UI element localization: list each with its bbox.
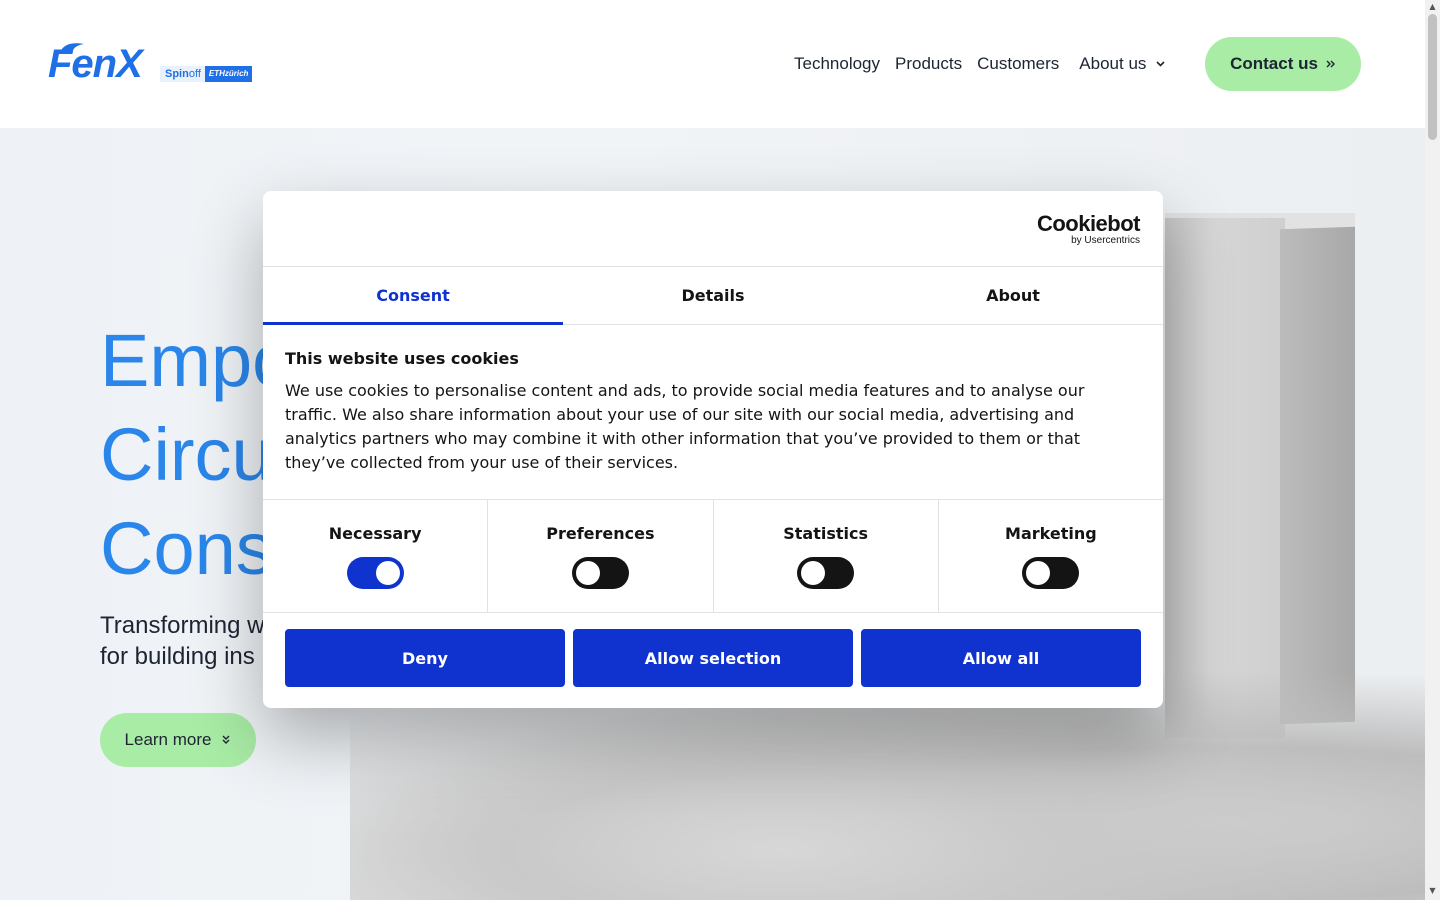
cookie-categories: Necessary Preferences Statistics Marketi… [263, 499, 1163, 613]
contact-us-label: Contact us [1230, 54, 1318, 73]
toggle-label: Preferences [546, 524, 655, 543]
tab-about[interactable]: About [863, 267, 1163, 324]
toggle-label: Statistics [783, 524, 868, 543]
nav-technology[interactable]: Technology [794, 52, 880, 76]
cookiebot-by: by Usercentrics [1071, 235, 1140, 246]
learn-more-label: Learn more [124, 730, 212, 749]
dialog-text: We use cookies to personalise content an… [285, 381, 1085, 472]
hero-subtitle-line: Transforming w [100, 612, 265, 639]
double-chevron-right-icon [1326, 60, 1335, 68]
dialog-actions: Deny Allow selection Allow all [263, 613, 1163, 687]
hero-title-line: Circu [100, 413, 273, 496]
deny-button[interactable]: Deny [285, 629, 565, 687]
category-preferences: Preferences [488, 500, 714, 612]
concrete-block [1165, 218, 1285, 738]
dialog-body: This website uses cookies We use cookies… [263, 325, 1163, 499]
dialog-header: Cookiebot by Usercentrics [263, 191, 1163, 267]
category-marketing: Marketing [939, 500, 1163, 612]
scrollbar-thumb[interactable] [1428, 14, 1437, 140]
cookie-consent-dialog: Cookiebot by Usercentrics Consent Detail… [263, 191, 1163, 708]
cookie-tabs: Consent Details About [263, 267, 1163, 325]
hero-subtitle-line: for building ins [100, 643, 255, 670]
cookiebot-brand: Cookiebot [1036, 211, 1141, 236]
hero-title-line: Cons [100, 507, 273, 590]
nav-about-label: About us [1079, 54, 1147, 73]
fenx-logo[interactable]: FenX [48, 43, 143, 84]
eth-zurich-logo: ETHzürich [204, 66, 253, 82]
badge-off-text: off [188, 68, 201, 80]
allow-selection-button[interactable]: Allow selection [573, 629, 853, 687]
toggle-label: Marketing [1005, 524, 1097, 543]
contact-us-button[interactable]: Contact us [1205, 37, 1361, 91]
page-scrollbar[interactable]: ▲ ▼ [1425, 0, 1440, 900]
double-chevron-down-icon [222, 735, 230, 744]
category-statistics: Statistics [714, 500, 939, 612]
concrete-block-side [1280, 226, 1355, 725]
allow-all-button[interactable]: Allow all [861, 629, 1141, 687]
main-nav: Technology Products Customers About us [794, 52, 1180, 76]
tab-consent[interactable]: Consent [263, 267, 563, 325]
marketing-toggle[interactable] [1022, 557, 1080, 589]
necessary-toggle[interactable] [346, 557, 404, 589]
toggle-knob [1026, 561, 1051, 585]
toggle-knob [801, 561, 826, 585]
badge-spin-text: Spin [165, 68, 189, 80]
dialog-heading: This website uses cookies [285, 349, 519, 368]
scroll-up-arrow-icon[interactable]: ▲ [1428, 2, 1437, 11]
toggle-knob [575, 561, 600, 585]
eth-spinoff-badge: Spinoff ETHzürich [160, 66, 253, 82]
statistics-toggle[interactable] [797, 557, 855, 589]
learn-more-button[interactable]: Learn more [100, 713, 256, 767]
cookiebot-logo: Cookiebot by Usercentrics [1036, 211, 1141, 247]
preferences-toggle[interactable] [571, 557, 629, 589]
site-header: FenX Spinoff ETHzürich Technology Produc… [0, 0, 1425, 128]
bird-icon [60, 43, 84, 52]
nav-customers[interactable]: Customers [977, 52, 1059, 76]
nav-about-us[interactable]: About us [1079, 52, 1165, 76]
category-necessary: Necessary [263, 500, 489, 612]
nav-products[interactable]: Products [895, 52, 962, 76]
chevron-down-icon [1156, 61, 1165, 67]
toggle-label: Necessary [328, 524, 422, 543]
tab-details[interactable]: Details [563, 267, 863, 324]
toggle-knob [375, 561, 400, 585]
scroll-down-arrow-icon[interactable]: ▼ [1428, 886, 1437, 895]
